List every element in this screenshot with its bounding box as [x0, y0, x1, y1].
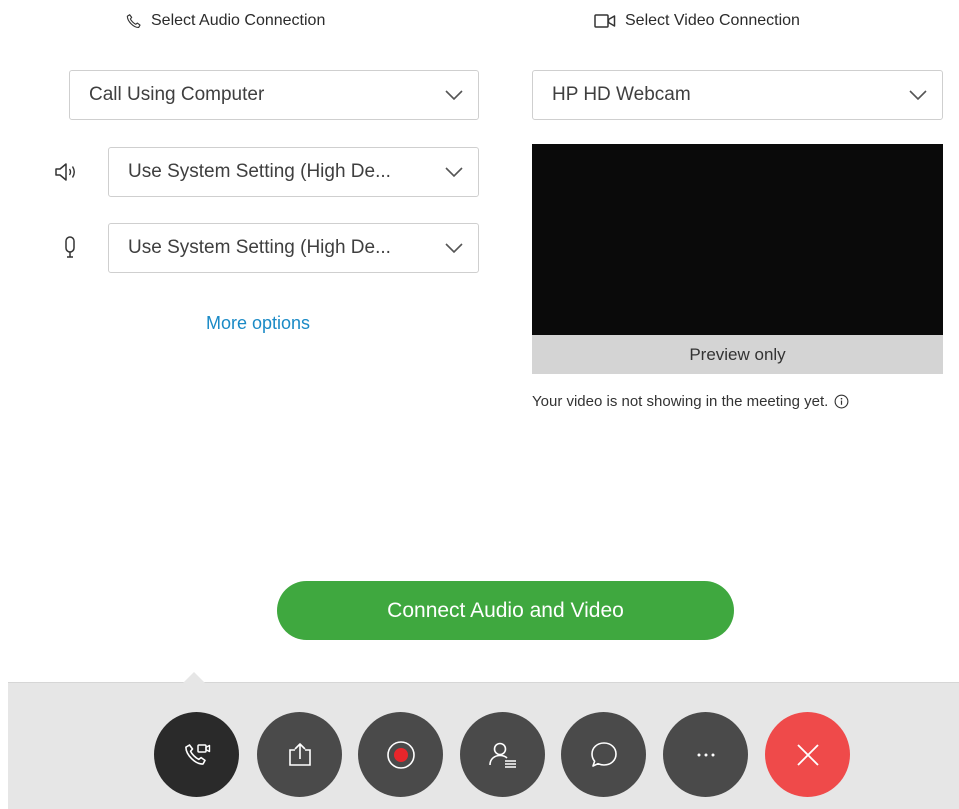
leave-button[interactable] — [765, 712, 850, 797]
control-bar-pointer — [176, 672, 212, 690]
speaker-icon — [51, 157, 81, 187]
close-icon — [796, 743, 819, 766]
chevron-down-icon — [909, 90, 927, 101]
camera-select[interactable]: HP HD Webcam — [532, 70, 943, 120]
more-icon — [697, 753, 714, 756]
connect-audio-video-button[interactable]: Connect Audio and Video — [277, 581, 734, 640]
speaker-select[interactable]: Use System Setting (High De... — [108, 147, 479, 197]
video-camera-icon — [594, 14, 616, 28]
phone-icon — [126, 13, 141, 28]
record-button[interactable] — [358, 712, 443, 797]
participants-icon — [488, 742, 516, 768]
video-status-note: Your video is not showing in the meeting… — [532, 393, 952, 410]
preview-only-bar: Preview only — [532, 335, 943, 374]
audio-section-header: Select Audio Connection — [125, 8, 325, 34]
video-status-text: Your video is not showing in the meeting… — [532, 393, 829, 410]
audio-video-button[interactable] — [154, 712, 239, 797]
video-preview — [532, 144, 943, 335]
chat-icon — [590, 741, 617, 767]
microphone-select-value: Use System Setting (High De... — [128, 237, 391, 258]
video-section-header: Select Video Connection — [594, 8, 800, 34]
share-upload-icon — [288, 742, 311, 766]
info-icon[interactable] — [834, 394, 849, 409]
more-button[interactable] — [663, 712, 748, 797]
record-icon — [386, 740, 415, 769]
more-options-link[interactable]: More options — [206, 313, 310, 334]
camera-select-value: HP HD Webcam — [552, 84, 691, 105]
microphone-select[interactable]: Use System Setting (High De... — [108, 223, 479, 273]
audio-connection-value: Call Using Computer — [89, 84, 265, 105]
audio-section-title: Select Audio Connection — [151, 12, 326, 29]
chat-button[interactable] — [561, 712, 646, 797]
video-section-title: Select Video Connection — [625, 12, 800, 29]
speaker-select-value: Use System Setting (High De... — [128, 161, 391, 182]
chevron-down-icon — [445, 243, 463, 254]
preview-only-label: Preview only — [689, 344, 786, 364]
share-button[interactable] — [257, 712, 342, 797]
phone-video-icon — [184, 743, 210, 765]
chevron-down-icon — [445, 167, 463, 178]
chevron-down-icon — [445, 90, 463, 101]
audio-connection-select[interactable]: Call Using Computer — [69, 70, 479, 120]
microphone-icon — [55, 232, 85, 262]
participants-button[interactable] — [460, 712, 545, 797]
